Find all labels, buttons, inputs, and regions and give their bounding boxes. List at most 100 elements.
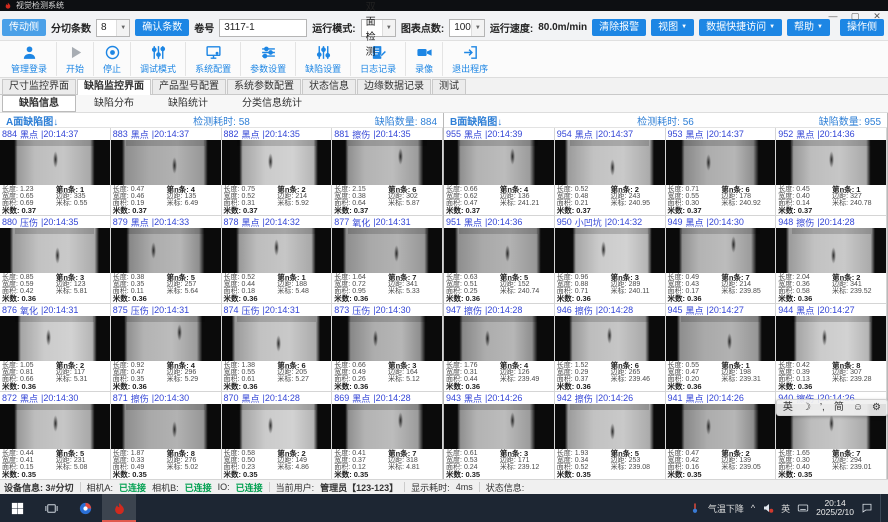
defect-image[interactable] [444, 228, 554, 273]
defect-image[interactable] [0, 316, 110, 361]
close-button[interactable]: ✕ [870, 11, 884, 22]
clear-alarm-button[interactable]: 清除报警 [592, 19, 646, 36]
defect-cell[interactable]: 879 黑点 |20:14:33 长度:0.38 宽度:0.35 面积:0.11… [111, 216, 222, 304]
main-tab-3[interactable]: 系统参数配置 [227, 79, 301, 94]
action-play-button[interactable]: 开始 [56, 42, 93, 76]
touch-keyboard-icon[interactable] [797, 502, 809, 514]
defect-image[interactable] [666, 316, 776, 361]
defect-image[interactable] [332, 228, 442, 273]
defect-cell[interactable]: 869 黑点 |20:14:28 长度:0.41 宽度:0.37 面积:0.12… [332, 392, 443, 480]
action-stop-button[interactable]: 停止 [93, 42, 130, 76]
defect-image[interactable] [0, 140, 110, 185]
data-access-menu-button[interactable]: 数据快捷访问▼ [699, 19, 782, 36]
defect-image[interactable] [555, 404, 665, 449]
defect-image[interactable] [0, 404, 110, 449]
defect-cell[interactable]: 876 氧化 |20:14:31 长度:1.05 宽度:0.81 面积:0.66… [0, 304, 111, 392]
help-menu-button[interactable]: 帮助▼ [787, 19, 830, 36]
defect-cell[interactable]: 952 黑点 |20:14:36 长度:0.45 宽度:0.40 面积:0.14… [776, 128, 887, 216]
defect-cell[interactable]: 943 黑点 |20:14:26 长度:0.61 宽度:0.53 面积:0.24… [444, 392, 555, 480]
ime-lang-english[interactable]: 英 [783, 403, 793, 413]
defect-cell[interactable]: 951 黑点 |20:14:36 长度:0.63 宽度:0.51 面积:0.25… [444, 216, 555, 304]
maximize-button[interactable]: ▢ [848, 11, 862, 22]
main-tab-6[interactable]: 测试 [432, 79, 466, 94]
defect-image[interactable] [111, 316, 221, 361]
thermometer-icon[interactable] [689, 502, 701, 514]
main-tab-5[interactable]: 边缘数据记录 [357, 79, 431, 94]
defect-cell[interactable]: 944 黑点 |20:14:27 长度:0.42 宽度:0.39 面积:0.13… [776, 304, 887, 392]
sub-tab-0[interactable]: 缺陷信息 [2, 95, 76, 112]
defect-image[interactable] [222, 140, 332, 185]
confirm-strips-button[interactable]: 确认条数 [135, 19, 189, 36]
defect-cell[interactable]: 884 黑点 |20:14:37 长度:1.23 宽度:0.65 面积:0.69… [0, 128, 111, 216]
action-sliders-h-button[interactable]: 参数设置 [240, 42, 295, 76]
defect-image[interactable] [776, 228, 886, 273]
defect-image[interactable] [776, 140, 886, 185]
defect-cell[interactable]: 882 黑点 |20:14:35 长度:0.75 宽度:0.52 面积:0.31… [222, 128, 333, 216]
detection-app-taskbar-button[interactable] [102, 494, 136, 522]
defect-image[interactable] [111, 140, 221, 185]
defect-image[interactable] [332, 140, 442, 185]
defect-image[interactable] [666, 404, 776, 449]
defect-cell[interactable]: 883 黑点 |20:14:37 长度:0.47 宽度:0.46 面积:0.19… [111, 128, 222, 216]
defect-cell[interactable]: 946 擦伤 |20:14:28 长度:1.52 宽度:0.29 面积:0.37… [555, 304, 666, 392]
defect-cell[interactable]: 873 压伤 |20:14:30 长度:0.66 宽度:0.49 面积:0.26… [332, 304, 443, 392]
defect-cell[interactable]: 942 擦伤 |20:14:26 长度:1.93 宽度:0.34 面积:0.52… [555, 392, 666, 480]
action-camera-button[interactable]: 录像 [405, 42, 442, 76]
tray-expand-chevron[interactable]: ^ [751, 503, 755, 513]
input-language-indicator[interactable]: 英 [781, 502, 790, 515]
defect-image[interactable] [0, 228, 110, 273]
roll-number-input[interactable] [219, 19, 307, 37]
defect-cell[interactable]: 875 压伤 |20:14:31 长度:0.92 宽度:0.47 面积:0.35… [111, 304, 222, 392]
defect-cell[interactable]: 948 擦伤 |20:14:28 长度:2.04 宽度:0.36 面积:0.58… [776, 216, 887, 304]
defect-image[interactable] [666, 140, 776, 185]
defect-image[interactable] [222, 316, 332, 361]
defect-cell[interactable]: 953 黑点 |20:14:37 长度:0.71 宽度:0.55 面积:0.30… [666, 128, 777, 216]
sub-tab-3[interactable]: 分类信息统计 [226, 96, 318, 111]
defect-image[interactable] [444, 316, 554, 361]
defect-image[interactable] [222, 404, 332, 449]
ime-settings-icon[interactable]: ⚙ [872, 403, 881, 413]
defect-image[interactable] [444, 140, 554, 185]
main-tab-2[interactable]: 产品型号配置 [152, 79, 226, 94]
defect-image[interactable] [111, 228, 221, 273]
main-tab-4[interactable]: 状态信息 [302, 79, 356, 94]
ime-toolbar[interactable]: 英 ☽ ’, 简 ☺ ⚙ [776, 399, 888, 416]
defect-cell[interactable]: 870 黑点 |20:14:28 长度:0.58 宽度:0.50 面积:0.23… [222, 392, 333, 480]
defect-cell[interactable]: 874 压伤 |20:14:31 长度:1.38 宽度:0.55 面积:0.61… [222, 304, 333, 392]
ime-emoji-icon[interactable]: ☺ [853, 403, 863, 413]
sub-tab-2[interactable]: 缺陷统计 [152, 96, 224, 111]
defect-image[interactable] [222, 228, 332, 273]
defect-image[interactable] [332, 316, 442, 361]
defect-image[interactable] [776, 316, 886, 361]
ime-moon-icon[interactable]: ☽ [802, 403, 811, 413]
defect-cell[interactable]: 947 擦伤 |20:14:28 长度:1.76 宽度:0.31 面积:0.44… [444, 304, 555, 392]
action-exit-button[interactable]: 退出程序 [442, 42, 497, 76]
chart-points-select[interactable]: 100 ▼ [449, 19, 485, 37]
defect-image[interactable] [666, 228, 776, 273]
defect-cell[interactable]: 955 黑点 |20:14:39 长度:0.66 宽度:0.62 面积:0.47… [444, 128, 555, 216]
defect-cell[interactable]: 880 压伤 |20:14:35 长度:0.85 宽度:0.59 面积:0.42… [0, 216, 111, 304]
defect-cell[interactable]: 949 黑点 |20:14:30 长度:0.49 宽度:0.43 面积:0.17… [666, 216, 777, 304]
action-sliders-v2-button[interactable]: 缺陷设置 [295, 42, 350, 76]
defect-image[interactable] [444, 404, 554, 449]
main-tab-0[interactable]: 尺寸监控界面 [2, 79, 76, 94]
ime-simplified[interactable]: 简 [834, 403, 844, 413]
show-desktop-strip[interactable] [880, 494, 884, 522]
browser-taskbar-button[interactable] [68, 494, 102, 522]
defect-image[interactable] [555, 228, 665, 273]
notification-center-icon[interactable] [861, 502, 873, 514]
defect-image[interactable] [555, 140, 665, 185]
defect-cell[interactable]: 941 黑点 |20:14:26 长度:0.47 宽度:0.42 面积:0.16… [666, 392, 777, 480]
defect-image[interactable] [555, 316, 665, 361]
minimize-button[interactable]: — [826, 11, 840, 22]
defect-image[interactable] [111, 404, 221, 449]
defect-cell[interactable]: 945 黑点 |20:14:27 长度:0.55 宽度:0.47 面积:0.20… [666, 304, 777, 392]
ime-punctuation[interactable]: ’, [820, 403, 825, 413]
main-tab-1[interactable]: 缺陷监控界面 [77, 79, 151, 95]
defect-cell[interactable]: 950 小凹坑 |20:14:32 长度:0.96 宽度:0.88 面积:0.7… [555, 216, 666, 304]
speaker-icon[interactable] [762, 502, 774, 514]
start-button[interactable] [0, 494, 34, 522]
view-menu-button[interactable]: 视图▼ [651, 19, 694, 36]
defect-cell[interactable]: 878 黑点 |20:14:32 长度:0.52 宽度:0.44 面积:0.18… [222, 216, 333, 304]
defect-cell[interactable]: 871 擦伤 |20:14:30 长度:1.87 宽度:0.33 面积:0.49… [111, 392, 222, 480]
